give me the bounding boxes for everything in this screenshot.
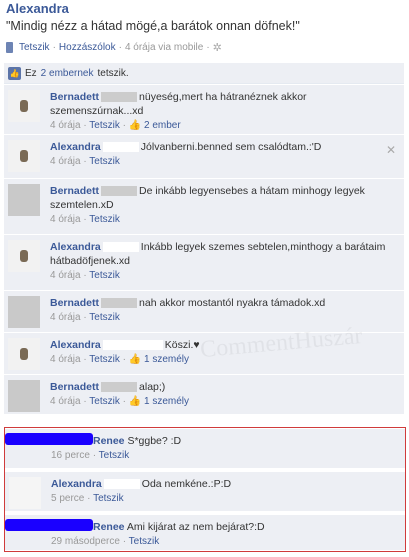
comment-text: S*ggbe? :D <box>127 435 182 447</box>
post-comment-link[interactable]: Hozzászólok <box>59 42 116 53</box>
redacted-name <box>101 382 138 393</box>
comment-text: Köszi.♥ <box>164 339 200 351</box>
comment-text: Oda nemkéne.:P:D <box>141 478 232 490</box>
avatar[interactable] <box>8 90 40 122</box>
avatar[interactable] <box>8 240 40 272</box>
thumbs-up-icon: 👍 <box>8 66 21 80</box>
comment-time: 4 órája <box>50 214 81 225</box>
comment-item: Alexandra Köszi.♥ 4 órája · Tetszik · 👍 1… <box>4 333 404 375</box>
likes-suffix: tetszik. <box>97 67 129 79</box>
comment-text: nah akkor mostantól nyakra támadok.xd <box>139 297 326 309</box>
comment-author[interactable]: Renee <box>93 521 125 533</box>
comment-text: Ami kijárat az nem bejárat?:D <box>126 521 265 533</box>
comment-text: alap;) <box>139 381 166 393</box>
close-icon[interactable]: ✕ <box>386 143 396 157</box>
post-like-link[interactable]: Tetszik <box>19 42 50 53</box>
comment-author[interactable]: Alexandra <box>50 241 101 253</box>
comment-like-link[interactable]: Tetszik <box>93 493 124 504</box>
redacted-name <box>103 479 140 490</box>
comment-like-count[interactable]: 2 ember <box>144 120 181 131</box>
avatar[interactable] <box>8 338 40 370</box>
comment-time: 16 perce <box>51 450 90 461</box>
avatar[interactable] <box>8 296 40 328</box>
comment-item: Bernadett De inkább legyensebes a hátam m… <box>4 179 404 235</box>
comment-item: Renee Ami kijárat az nem bejárat?:D 29 m… <box>5 515 405 551</box>
comment-like-link[interactable]: Tetszik <box>89 396 120 407</box>
redacted-name <box>102 340 163 351</box>
comment-like-link[interactable]: Tetszik <box>89 214 120 225</box>
comment-like-link[interactable]: Tetszik <box>89 354 120 365</box>
comment-like-link[interactable]: Tetszik <box>89 156 120 167</box>
comment-item: Bernadett nüyeség,mert ha hátranéznek akk… <box>4 85 404 135</box>
post-meta: Tetszik · Hozzászólok · 4 órája via mobi… <box>6 41 222 54</box>
comment-like-link[interactable]: Tetszik <box>99 450 130 461</box>
comment-time: 4 órája <box>50 354 81 365</box>
gear-icon[interactable]: ✲ <box>213 41 222 54</box>
comment-text: Jólvanberni.benned sem csalódtam.:'D <box>140 141 322 153</box>
avatar[interactable] <box>8 140 40 172</box>
thumbs-up-icon: 👍 <box>128 120 142 131</box>
comment-author[interactable]: Bernadett <box>50 91 99 103</box>
comment-item: Bernadett alap;) 4 órája · Tetszik · 👍 1 … <box>4 375 404 415</box>
comment-time: 5 perce <box>51 493 85 504</box>
comment-like-link[interactable]: Tetszik <box>89 312 120 323</box>
comment-author[interactable]: Alexandra <box>50 141 101 153</box>
redacted-name <box>102 242 139 253</box>
redacted-name <box>101 298 138 309</box>
redacted-name <box>101 92 138 103</box>
thumbs-up-icon: 👍 <box>128 396 142 407</box>
comment-time: 4 órája <box>50 156 81 167</box>
comment-author[interactable]: Alexandra <box>50 339 101 351</box>
comment-author[interactable]: Bernadett <box>50 185 99 197</box>
avatar[interactable] <box>8 380 40 412</box>
comment-author[interactable]: Renee <box>93 435 125 447</box>
avatar[interactable] <box>8 184 40 216</box>
post-author[interactable]: Alexandra <box>6 1 69 16</box>
redacted-name <box>101 186 138 197</box>
likes-summary: 👍 Ez 2 embernek tetszik. <box>4 63 404 84</box>
post-status: "Mindig nézz a hátad mögé,a barátok onna… <box>6 19 300 33</box>
mobile-phone-icon <box>6 42 13 53</box>
comment-like-link[interactable]: Tetszik <box>89 270 120 281</box>
comment-item: Alexandra Inkább legyek szemes sebtelen,m… <box>4 235 404 291</box>
comment-time: 4 órája <box>50 120 81 131</box>
comment-time: 4 órája <box>50 270 81 281</box>
comment-like-count[interactable]: 1 személy <box>144 354 189 365</box>
comment-item: Renee S*ggbe? :D 16 perce · Tetszik <box>5 429 405 469</box>
comment-item: Alexandra Jólvanberni.benned sem csalódta… <box>4 135 404 179</box>
likes-prefix: Ez <box>25 67 37 79</box>
comment-author[interactable]: Bernadett <box>50 297 99 309</box>
comment-list: Bernadett nüyeség,mert ha hátranéznek akk… <box>4 85 404 415</box>
redacted-name <box>102 142 139 153</box>
thumbs-up-icon: 👍 <box>128 354 142 365</box>
comment-time: 29 másodperce <box>51 536 120 547</box>
avatar[interactable] <box>9 477 41 509</box>
comment-item: Alexandra Oda nemkéne.:P:D 5 perce · Tets… <box>5 472 405 512</box>
comment-like-count[interactable]: 1 személy <box>144 396 189 407</box>
comment-author[interactable]: Bernadett <box>50 381 99 393</box>
comment-like-link[interactable]: Tetszik <box>89 120 120 131</box>
comment-author[interactable]: Alexandra <box>51 478 102 490</box>
comment-like-link[interactable]: Tetszik <box>129 536 160 547</box>
comment-item: Bernadett nah akkor mostantól nyakra táma… <box>4 291 404 333</box>
comment-time: 4 órája <box>50 312 81 323</box>
post-time: 4 órája via mobile <box>124 42 204 53</box>
comment-time: 4 órája <box>50 396 81 407</box>
likes-count-link[interactable]: 2 embernek <box>41 68 94 79</box>
highlighted-recent-comments: Renee S*ggbe? :D 16 perce · Tetszik Alex… <box>4 427 406 552</box>
